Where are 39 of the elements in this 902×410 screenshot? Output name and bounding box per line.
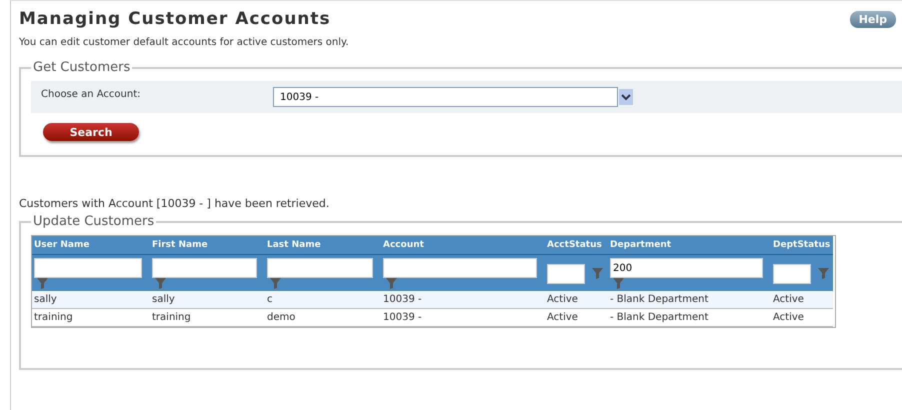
filter-icon[interactable] [592, 268, 603, 279]
filter-field[interactable] [152, 258, 257, 278]
table-cell: Active [545, 291, 608, 309]
search-button[interactable]: Search [43, 123, 139, 141]
field-label: Choose an Account: [40, 88, 142, 102]
table-cell: 10039 - [381, 291, 545, 309]
filter-field[interactable]: 200 [610, 258, 763, 278]
intro-text: You can edit customer default accounts for active customers only. [19, 37, 350, 48]
table-cell: - Blank Department [608, 291, 771, 309]
panel-legend: Get Customers [31, 60, 132, 75]
table-cell: - Blank Department [608, 309, 771, 327]
table-cell: sally [150, 291, 265, 309]
column-header[interactable]: AcctStatus [545, 236, 608, 255]
account-dropdown[interactable]: 10039 - [273, 87, 618, 107]
column-header[interactable]: Department [608, 236, 771, 255]
filter-field[interactable] [267, 258, 373, 278]
column-header[interactable]: First Name [150, 236, 265, 255]
panel-legend: Update Customers [31, 214, 156, 229]
table-cell: c [265, 291, 381, 309]
table-cell: Active [771, 309, 833, 327]
table-cell: 10039 - [381, 309, 545, 327]
table-cell: sally [32, 291, 150, 309]
help-button[interactable]: Help [850, 10, 896, 28]
table-cell: Active [545, 309, 608, 327]
column-header[interactable]: User Name [32, 236, 150, 255]
page-title: Managing Customer Accounts [19, 9, 331, 29]
column-header[interactable]: Last Name [265, 236, 381, 255]
table-cell: training [32, 309, 150, 327]
table-cell: demo [265, 309, 381, 327]
column-header[interactable]: DeptStatus [771, 236, 833, 255]
filter-icon[interactable] [818, 268, 829, 279]
filter-field[interactable] [34, 258, 142, 278]
table-cell: Active [771, 291, 833, 309]
filter-field[interactable] [773, 264, 811, 284]
filter-field[interactable] [383, 258, 537, 278]
filter-field[interactable] [547, 264, 585, 284]
column-header[interactable]: Account [381, 236, 545, 255]
status-message: Customers with Account [10039 - ] have been retrieved. [19, 197, 330, 210]
table-cell: training [150, 309, 265, 327]
